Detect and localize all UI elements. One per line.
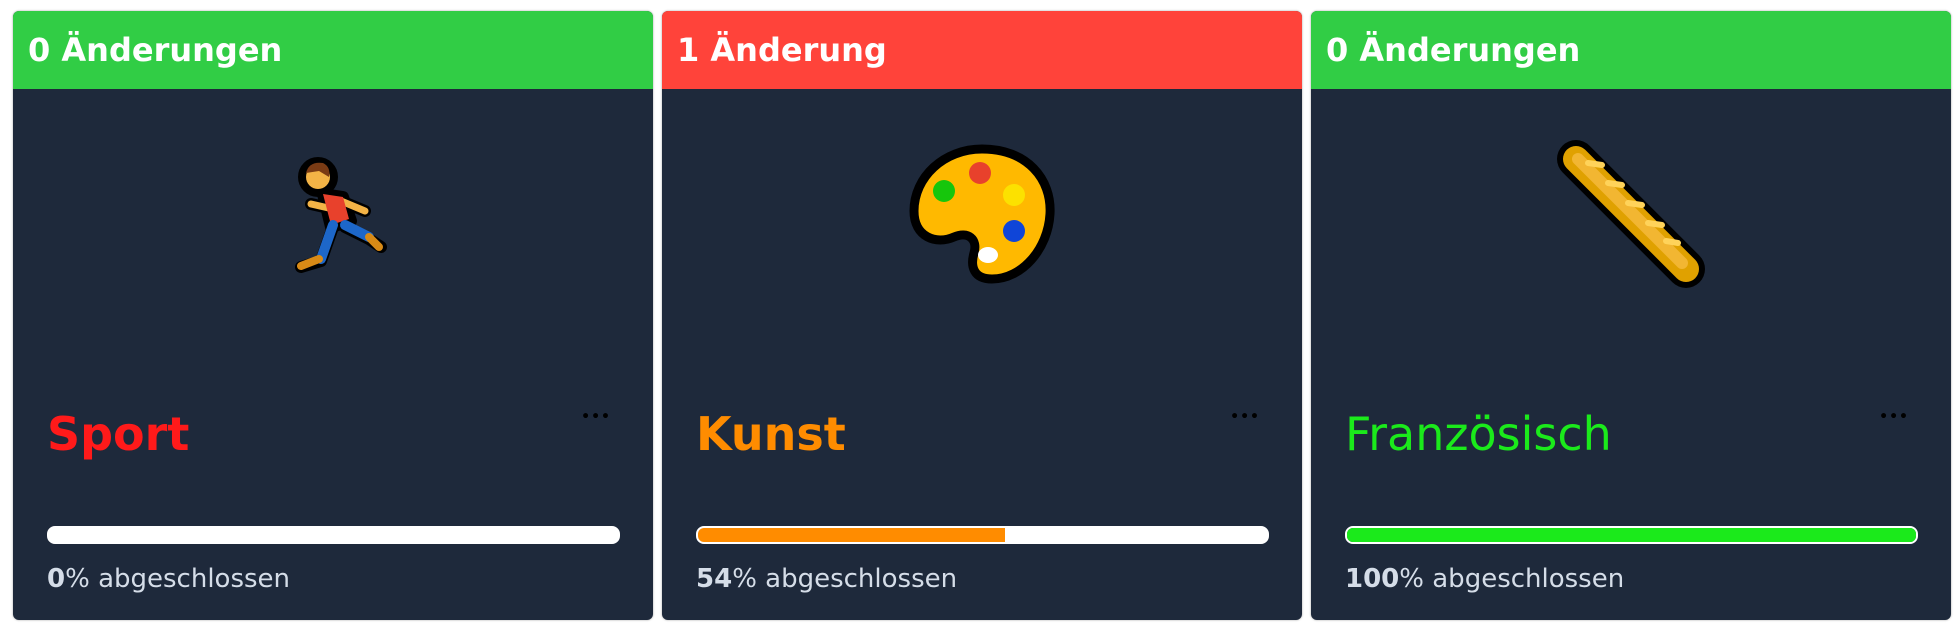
subject-card-kunst[interactable]: 1 Änderung ••• Kunst 54% abgeschlossen: [662, 11, 1302, 620]
progress-bar: [696, 526, 1269, 544]
progress-label: 100% abgeschlossen: [1345, 564, 1625, 594]
more-options-icon[interactable]: •••: [1230, 410, 1260, 424]
progress-bar: [47, 526, 620, 544]
subject-title: Französisch: [1345, 407, 1612, 461]
progress-label: 0% abgeschlossen: [47, 564, 291, 594]
more-options-icon[interactable]: •••: [581, 410, 611, 424]
progress-fill: [698, 528, 1006, 542]
changes-header: 1 Änderung: [662, 11, 1302, 89]
running-person-icon: [13, 129, 653, 299]
more-options-icon[interactable]: •••: [1879, 410, 1909, 424]
progress-label: 54% abgeschlossen: [696, 564, 958, 594]
subject-card-franzoesisch[interactable]: 0 Änderungen ••• Französisch 100% abgesc…: [1311, 11, 1951, 620]
changes-header: 0 Änderungen: [1311, 11, 1951, 89]
subject-title: Sport: [47, 407, 190, 461]
baguette-bread-icon: [1311, 129, 1951, 299]
subject-card-sport[interactable]: 0 Änderungen ••• Sport 0% abgeschlossen: [13, 11, 653, 620]
subject-title: Kunst: [696, 407, 846, 461]
changes-header: 0 Änderungen: [13, 11, 653, 89]
progress-bar: [1345, 526, 1918, 544]
artist-palette-icon: [662, 129, 1302, 299]
progress-fill: [1347, 528, 1916, 542]
